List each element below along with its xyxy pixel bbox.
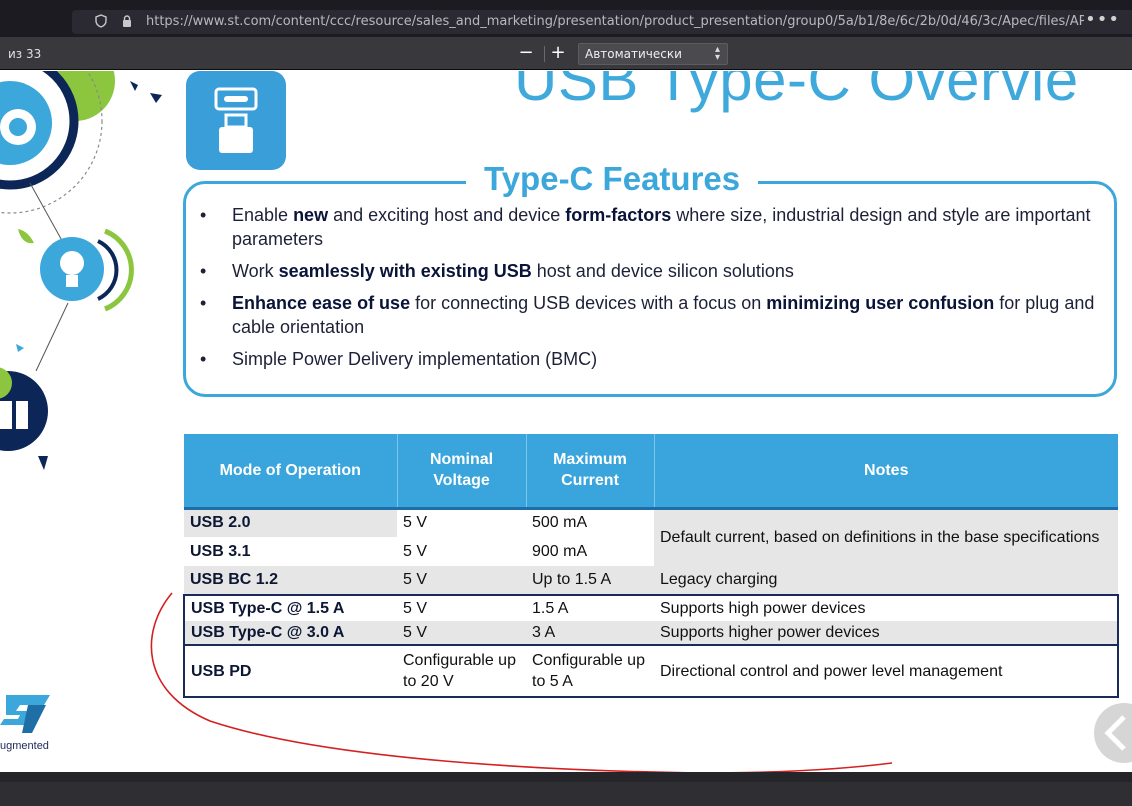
zoom-out-button[interactable]: − [514, 42, 538, 64]
shield-icon[interactable] [94, 14, 108, 28]
red-annotation-stroke [150, 592, 893, 772]
pdf-page[interactable]: USB Type-C Overvie Type-C Features • Enab… [0, 71, 1132, 772]
bottom-bar [0, 772, 1132, 806]
zoom-select-value: Автоматически [585, 47, 682, 61]
select-arrows-icon: ▴ ▾ [714, 44, 720, 63]
page-count: из 33 [8, 47, 42, 61]
zoom-in-button[interactable]: + [546, 42, 570, 64]
address-bar: https://www.st.com/content/ccc/resource/… [0, 6, 1132, 37]
pdf-toolbar: из 33 − + Автоматически ▴ ▾ [0, 37, 1132, 70]
url-text[interactable]: https://www.st.com/content/ccc/resource/… [146, 14, 1084, 29]
lock-icon[interactable] [120, 14, 134, 28]
zoom-select[interactable]: Автоматически ▴ ▾ [578, 43, 728, 65]
zoom-separator [544, 46, 545, 62]
page-actions-menu-icon[interactable]: ••• [1085, 9, 1120, 30]
